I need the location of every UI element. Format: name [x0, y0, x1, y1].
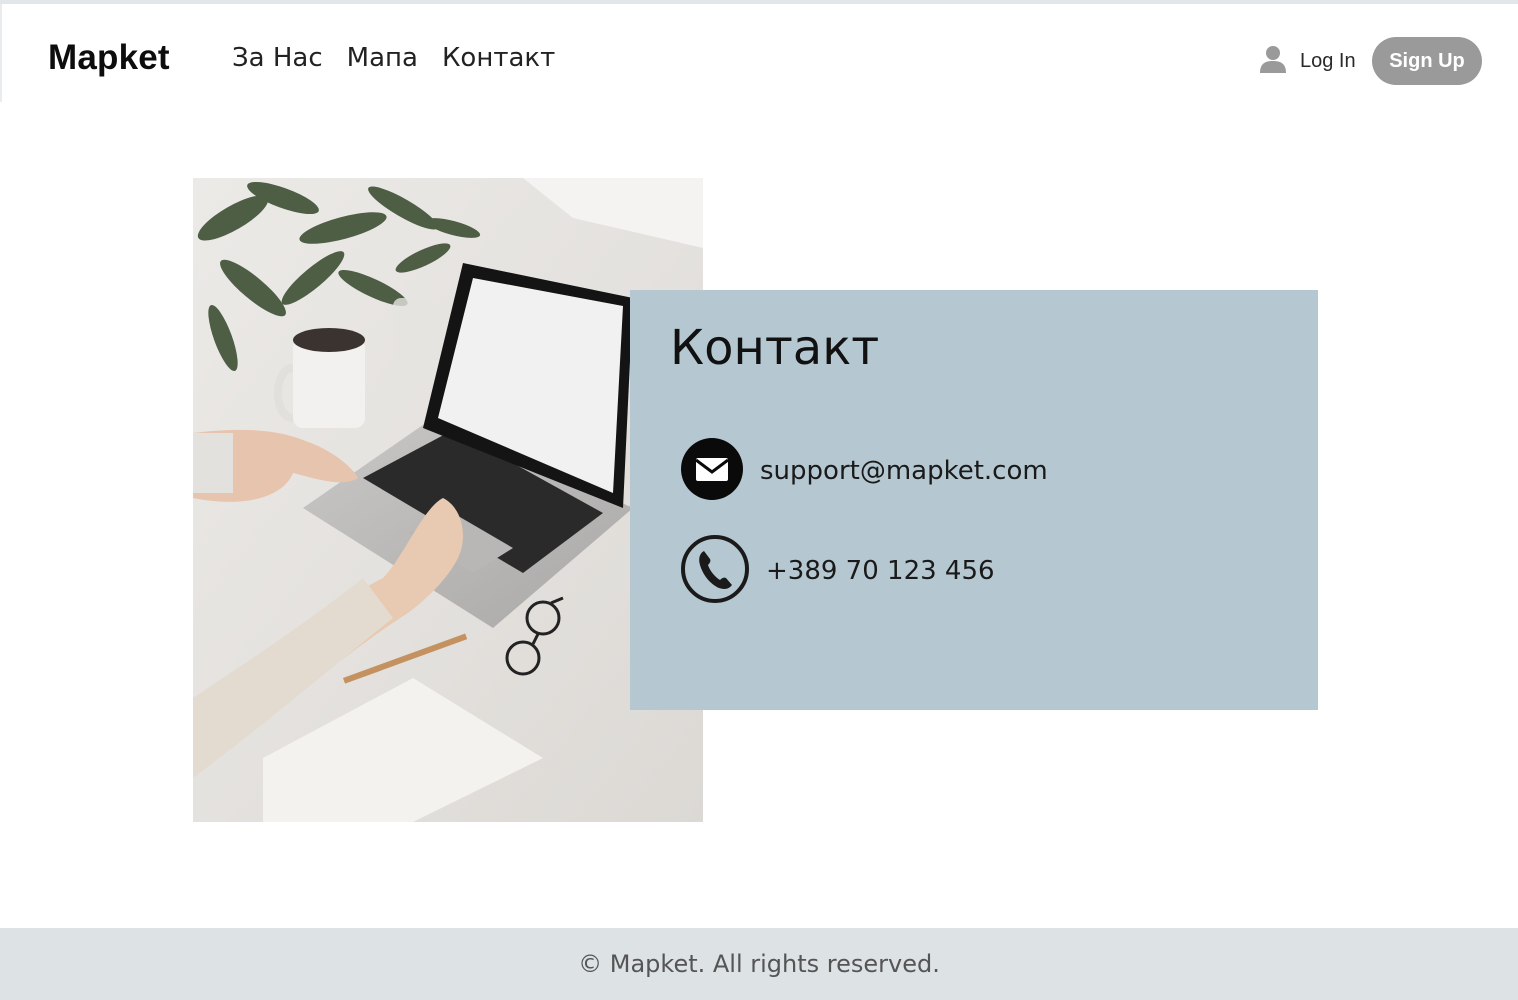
page: Mapket За Нас Мапа Контакт Log In Sign U…	[0, 0, 1518, 1000]
phone-link[interactable]: +389 70 123 456	[766, 556, 995, 586]
envelope-icon	[680, 437, 744, 505]
login-label: Log In	[1300, 49, 1356, 72]
nav-link-about[interactable]: За Нас	[232, 43, 323, 73]
phone-row: +389 70 123 456	[680, 534, 995, 608]
contact-card: Контакт support@mapket.com +389 70 123 4…	[630, 290, 1318, 710]
signup-button[interactable]: Sign Up	[1372, 37, 1482, 85]
workspace-photo	[193, 178, 703, 822]
top-strip	[0, 0, 1518, 4]
contact-title: Контакт	[670, 320, 880, 376]
brand-logo[interactable]: Mapket	[48, 38, 170, 78]
phone-icon	[680, 534, 750, 608]
email-row: support@mapket.com	[680, 437, 1048, 505]
main-nav: За Нас Мапа Контакт	[232, 43, 555, 73]
login-button[interactable]: Log In	[1258, 44, 1356, 78]
nav-link-map[interactable]: Мапа	[347, 43, 418, 73]
nav-link-contact[interactable]: Контакт	[442, 43, 555, 73]
header-edge	[0, 4, 2, 102]
site-footer: © Mapket. All rights reserved.	[0, 928, 1518, 1000]
email-link[interactable]: support@mapket.com	[760, 456, 1048, 486]
footer-copyright: © Mapket. All rights reserved.	[578, 950, 940, 978]
user-icon	[1258, 44, 1288, 78]
